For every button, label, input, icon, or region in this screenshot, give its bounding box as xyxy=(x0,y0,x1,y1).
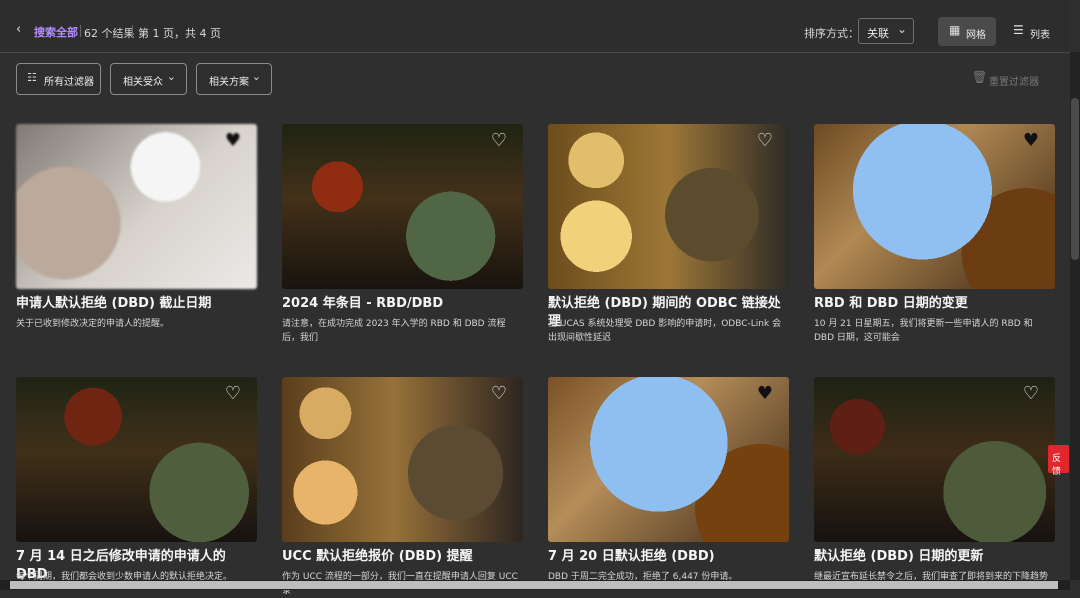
search-all-link[interactable]: 搜索全部 xyxy=(34,24,78,40)
feedback-tab-label: 反馈 xyxy=(1052,454,1062,477)
card-description: 请注意，在成功完成 2023 年入学的 RBD 和 DBD 流程后，我们 xyxy=(282,319,506,343)
heart-icon[interactable]: ♡ xyxy=(757,132,773,150)
card-description: 10 月 21 日星期五，我们将更新一些申请人的 RBD 和 DBD 日期，这可… xyxy=(814,319,1033,343)
vertical-scroll-thumb[interactable] xyxy=(1071,98,1079,260)
heart-icon[interactable]: ♡ xyxy=(225,385,241,403)
card-image: ♡ xyxy=(282,377,523,542)
sort-value: 关联 xyxy=(867,27,889,40)
chevron-down-icon: ⌄ xyxy=(251,70,261,83)
reset-filters-label: 重置过滤器 xyxy=(989,77,1039,88)
grid-icon: ▦ xyxy=(949,23,961,37)
card-title[interactable]: 2024 年条目 - RBD/DBD xyxy=(282,295,523,313)
result-card[interactable]: ♥ 申请人默认拒绝 (DBD) 截止日期 关于已收到修改决定的申请人的提醒。 xyxy=(16,124,257,329)
card-title[interactable]: 默认拒绝 (DBD) 日期的更新 xyxy=(814,548,1055,566)
sliders-icon: ☷ xyxy=(27,71,37,84)
audience-filter-label: 相关受众 xyxy=(123,77,163,88)
result-card[interactable]: ♥ 7 月 20 日默认拒绝 (DBD) DBD 于周二完全成功，拒绝了 6,4… xyxy=(548,377,789,582)
heart-icon[interactable]: ♥ xyxy=(757,385,773,403)
list-icon: ☰ xyxy=(1013,23,1024,37)
header-separator xyxy=(132,25,133,37)
horizontal-scroll-thumb[interactable] xyxy=(10,581,1058,589)
result-card[interactable]: ♡ UCC 默认拒绝报价 (DBD) 提醒 作为 UCC 流程的一部分，我们一直… xyxy=(282,377,523,596)
heart-icon[interactable]: ♡ xyxy=(491,385,507,403)
all-filters-button[interactable]: ☷ 所有过滤器 xyxy=(16,63,101,95)
sort-label: 排序方式： xyxy=(804,27,859,40)
sort-select[interactable]: 关联 ⌄ xyxy=(858,18,914,44)
heart-icon[interactable]: ♡ xyxy=(1023,385,1039,403)
result-card[interactable]: ♡ 默认拒绝 (DBD) 期间的 ODBC 链接处理 当 UCAS 系统处理受 … xyxy=(548,124,789,343)
all-filters-label: 所有过滤器 xyxy=(44,77,94,88)
card-title[interactable]: 7 月 20 日默认拒绝 (DBD) xyxy=(548,548,789,566)
card-image: ♡ xyxy=(548,124,789,289)
chevron-down-icon: ⌄ xyxy=(166,70,176,83)
heart-icon[interactable]: ♥ xyxy=(225,132,241,150)
plans-filter-button[interactable]: 相关方案 ⌄ xyxy=(196,63,272,95)
back-icon[interactable]: ‹ xyxy=(16,22,21,37)
card-title[interactable]: 申请人默认拒绝 (DBD) 截止日期 xyxy=(16,295,257,313)
grid-view-button[interactable]: ▦ 网格 xyxy=(938,17,996,46)
page-info: 第 1 页，共 4 页 xyxy=(138,27,221,40)
card-description: 关于已收到修改决定的申请人的提醒。 xyxy=(16,319,170,329)
feedback-tab[interactable]: 反馈 xyxy=(1048,445,1069,477)
audience-filter-button[interactable]: 相关受众 ⌄ xyxy=(110,63,187,95)
list-view-label: 列表 xyxy=(1030,30,1050,41)
card-image: ♥ xyxy=(16,124,257,289)
plans-filter-label: 相关方案 xyxy=(209,77,249,88)
header-separator xyxy=(80,25,81,37)
trash-icon: 🗑 xyxy=(972,70,988,84)
result-card[interactable]: ♡ 7 月 14 日之后修改申请的申请人的 DBD 每个周期，我们都会收到少数申… xyxy=(16,377,257,582)
card-image: ♥ xyxy=(814,124,1055,289)
result-card[interactable]: ♡ 默认拒绝 (DBD) 日期的更新 继最近宣布延长禁令之后，我们审查了即将到来… xyxy=(814,377,1055,582)
card-image: ♡ xyxy=(282,124,523,289)
heart-icon[interactable]: ♡ xyxy=(491,132,507,150)
results-header: ‹ 搜索全部 62 个结果 第 1 页，共 4 页 排序方式： 关联 ⌄ ▦ 网… xyxy=(0,0,1070,53)
list-view-button[interactable]: ☰ 列表 xyxy=(1002,17,1056,46)
card-title[interactable]: UCC 默认拒绝报价 (DBD) 提醒 xyxy=(282,548,523,566)
card-title[interactable]: RBD 和 DBD 日期的变更 xyxy=(814,295,1055,313)
card-image: ♥ xyxy=(548,377,789,542)
grid-view-label: 网格 xyxy=(966,30,986,41)
result-card[interactable]: ♡ 2024 年条目 - RBD/DBD 请注意，在成功完成 2023 年入学的… xyxy=(282,124,523,343)
card-image: ♡ xyxy=(814,377,1055,542)
chevron-down-icon: ⌄ xyxy=(896,22,907,36)
card-image: ♡ xyxy=(16,377,257,542)
card-description: 当 UCAS 系统处理受 DBD 影响的申请时，ODBC-Link 会出现间歇性… xyxy=(548,319,782,343)
result-card[interactable]: ♥ RBD 和 DBD 日期的变更 10 月 21 日星期五，我们将更新一些申请… xyxy=(814,124,1055,343)
heart-icon[interactable]: ♥ xyxy=(1023,132,1039,150)
results-count: 62 个结果 xyxy=(84,27,135,40)
